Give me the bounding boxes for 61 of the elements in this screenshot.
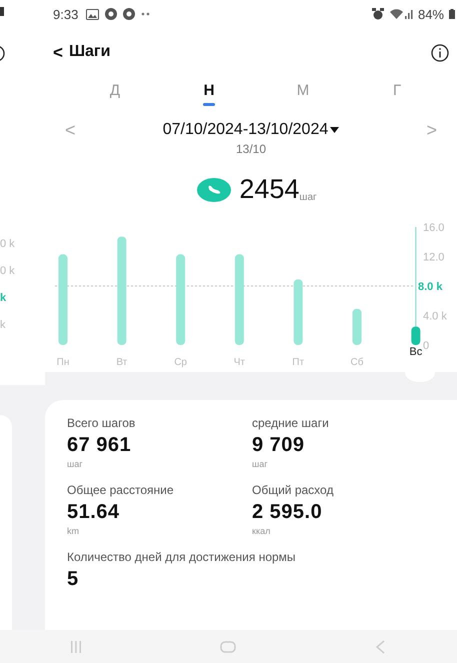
axis-label: 0 k [0, 265, 16, 279]
period-tab[interactable]: Н [189, 78, 229, 118]
axis-label: k [0, 319, 6, 333]
caret-icon [330, 127, 340, 133]
period-tab[interactable]: Д [95, 78, 135, 118]
step-bar[interactable] [234, 254, 244, 345]
step-bar[interactable] [294, 279, 303, 345]
axis-label: 0 k [0, 238, 16, 252]
day-label: Пн [56, 357, 70, 368]
day-label: Вт [116, 357, 128, 368]
axis-label: k [0, 292, 8, 306]
date-range-dropdown[interactable]: 07/10/2024-13/10/2024 [162, 121, 340, 139]
goal-label: 8.0 k [418, 281, 442, 293]
stat-value: 5 [67, 568, 80, 591]
day-label: Пт [292, 357, 304, 368]
axis-label: 4.0 k [423, 310, 447, 322]
day-label: Ср [174, 357, 187, 368]
next-button[interactable]: > [426, 120, 437, 140]
stat-value: 67 961 [67, 434, 132, 457]
axis-label: 16.0 [423, 222, 444, 234]
step-bar[interactable] [176, 254, 186, 345]
step-bar[interactable] [352, 308, 362, 345]
stat-value: 2 595.0 [252, 501, 324, 524]
period-tab[interactable]: М [283, 78, 323, 118]
stat-unit: ккал [252, 526, 272, 536]
previous-button[interactable]: < [65, 120, 76, 140]
stat-unit: шаг [67, 459, 84, 469]
gallery-icon [86, 8, 100, 20]
stat-label: средние шаги [252, 416, 330, 430]
day-label: Чт [234, 357, 246, 368]
signal-icon [388, 8, 413, 20]
step-bar[interactable] [411, 326, 420, 345]
selected-date: 13/10 [236, 142, 266, 156]
battery-icon [0, 7, 4, 16]
stat-label: Количество дней для достижения нормы [67, 550, 297, 564]
period-tab[interactable]: Г [377, 78, 417, 118]
home-icon[interactable] [220, 640, 236, 654]
stat-unit: шаг [252, 459, 269, 469]
step-bar[interactable] [58, 254, 68, 345]
axis-label: 12.0 [423, 252, 444, 264]
step-bar[interactable] [117, 236, 126, 345]
stat-label: Общий расход [252, 483, 334, 497]
day-label: Сб [350, 357, 364, 368]
axis-label: 0 [423, 340, 430, 352]
stat-unit: km [67, 526, 80, 536]
stat-label: Всего шагов [67, 416, 136, 430]
more-icon [141, 12, 152, 16]
info-icon[interactable] [431, 44, 449, 62]
stat-label: Общее расстояние [67, 483, 175, 497]
app-icon [105, 8, 118, 20]
battery-icon [449, 9, 455, 19]
app-icon [123, 8, 136, 20]
day-label: Вс [409, 346, 422, 358]
stat-value: 51.64 [67, 501, 121, 524]
status-time: 9:33 [53, 6, 78, 22]
battery-percent: 84% [418, 6, 444, 22]
step-unit: шаг [299, 192, 317, 203]
step-count: 2454 [239, 174, 300, 205]
back-button[interactable]: < Шаги [53, 43, 110, 63]
alarm-icon [372, 8, 384, 20]
stat-value: 9 709 [252, 434, 306, 457]
